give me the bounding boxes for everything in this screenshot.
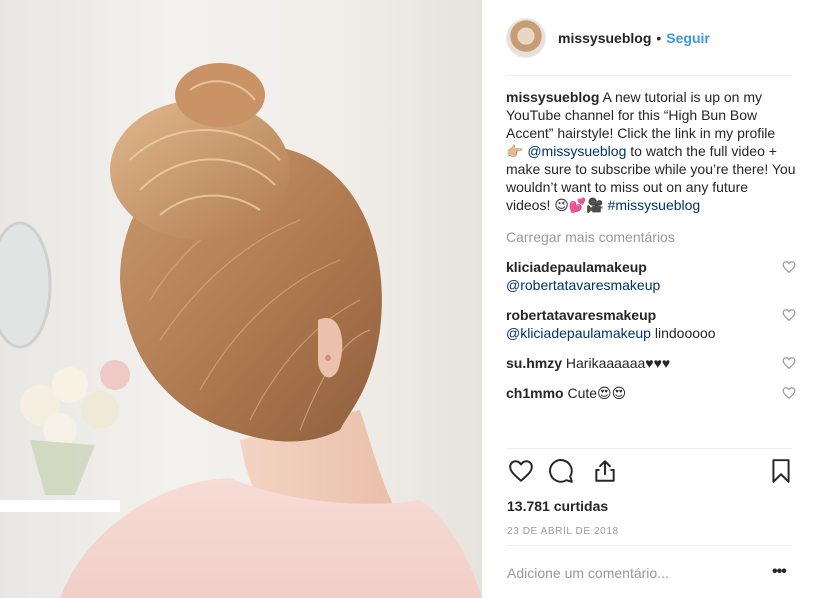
action-bar (506, 458, 796, 488)
comment-row: su.hmzy Harikaaaaaa♥♥♥ (506, 354, 796, 372)
photo-illustration (0, 63, 482, 598)
comment-text: lindooooo (654, 325, 716, 341)
small-heart-icon[interactable] (782, 260, 796, 274)
caption: missysueblog A new tutorial is up on my … (506, 88, 796, 214)
comments-section: missysueblog A new tutorial is up on my … (506, 88, 796, 402)
load-more-comments-button[interactable]: Carregar mais comentários (506, 228, 796, 246)
small-heart-icon[interactable] (782, 308, 796, 322)
add-comment-input[interactable]: Adicione um comentário... (507, 565, 669, 581)
comment-mention[interactable]: @robertatavaresmakeup (506, 277, 660, 293)
post-date: 23 DE ABRIL DE 2018 (507, 526, 619, 537)
comment-username[interactable]: kliciadepaulamakeup (506, 258, 766, 276)
comment-username[interactable]: su.hmzy (506, 355, 562, 371)
comment-row: robertatavaresmakeup @kliciadepaulamakeu… (506, 306, 796, 342)
header-divider (506, 75, 792, 76)
comment-row: ch1mmo Cute😍😍 (506, 384, 796, 402)
comment-input-divider (506, 545, 792, 546)
post-photo[interactable] (0, 0, 482, 598)
comment-username[interactable]: robertatavaresmakeup (506, 306, 766, 324)
more-options-button[interactable]: ••• (772, 563, 787, 581)
caption-mention[interactable]: @missysueblog (527, 143, 626, 159)
small-heart-icon[interactable] (782, 356, 796, 370)
post-panel: missysueblog • Seguir missysueblog A new… (482, 0, 816, 598)
comment-row: kliciadepaulamakeup @robertatavaresmakeu… (506, 258, 796, 294)
likes-count[interactable]: 13.781 curtidas (507, 498, 608, 514)
actions-divider (506, 448, 792, 449)
comment-mention[interactable]: @kliciadepaulamakeup (506, 325, 651, 341)
header-username[interactable]: missysueblog (558, 30, 651, 46)
avatar[interactable] (506, 18, 546, 58)
post-header: missysueblog • Seguir (506, 18, 796, 58)
caption-hashtag[interactable]: #missysueblog (608, 197, 701, 213)
comment-text: Harikaaaaaa♥♥♥ (565, 355, 671, 371)
like-icon[interactable] (508, 458, 534, 484)
bookmark-icon[interactable] (768, 458, 794, 484)
small-heart-icon[interactable] (782, 386, 796, 400)
caption-username[interactable]: missysueblog (506, 89, 599, 105)
follow-button[interactable]: Seguir (666, 30, 710, 46)
share-icon[interactable] (592, 458, 618, 484)
comment-username[interactable]: ch1mmo (506, 385, 564, 401)
comment-text: Cute😍😍 (567, 385, 627, 401)
header-separator: • (656, 30, 662, 46)
comment-icon[interactable] (548, 458, 574, 484)
